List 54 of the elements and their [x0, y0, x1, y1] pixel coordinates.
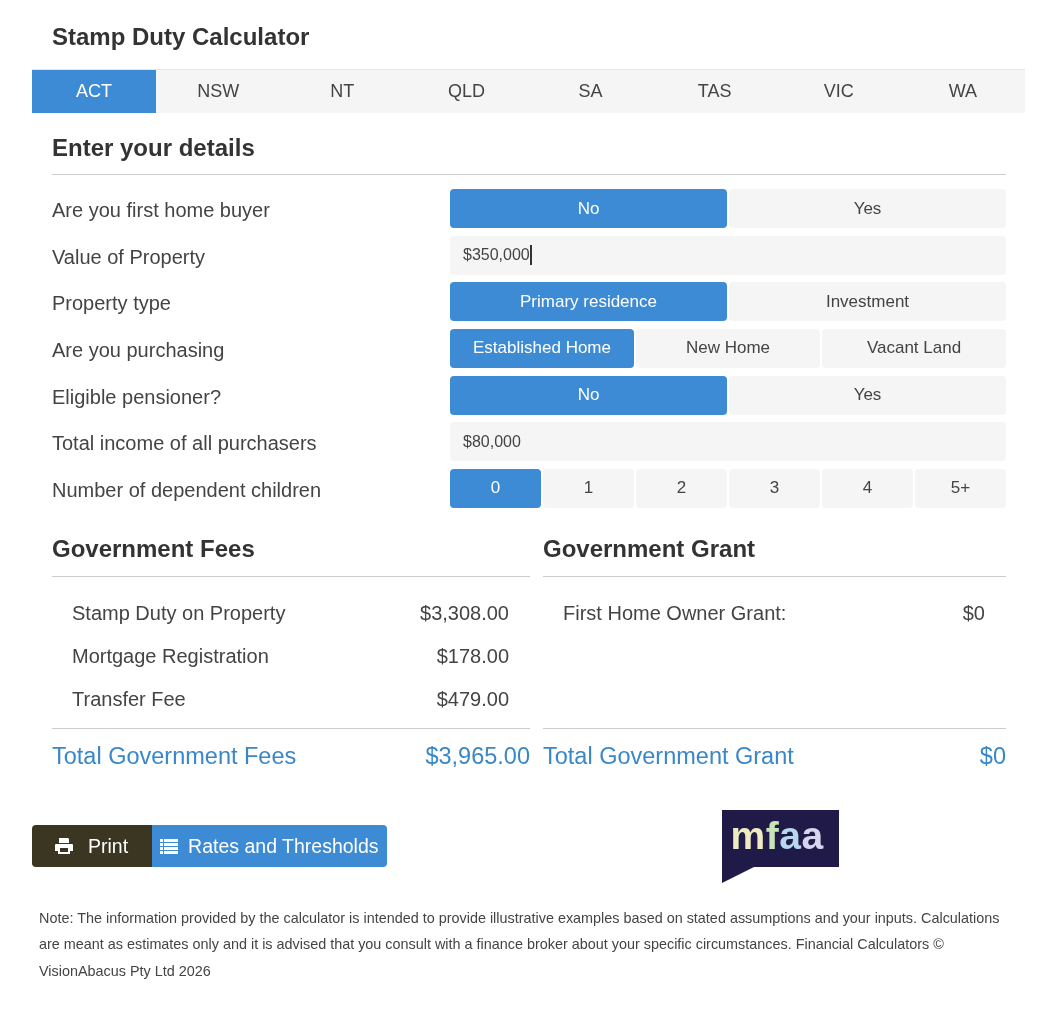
- total-label: Total Government Fees: [52, 743, 297, 771]
- option-button[interactable]: No: [450, 375, 727, 415]
- option-button[interactable]: 2: [636, 468, 727, 508]
- option-button[interactable]: 1: [543, 468, 634, 508]
- total-label: Total Government Grant: [543, 743, 794, 771]
- state-tab[interactable]: VIC: [776, 70, 901, 113]
- disclaimer-text: Note: The information provided by the calculator is intended to provide illustrative examples based on stated assumptions and your inputs. Calculations are meant as estimates only and it is advised that you consult with a finance broker about your specific circumstances. Financial Calculators © VisionAbacus Pty Ltd 2026: [39, 908, 1001, 981]
- field-label: Eligible pensioner?: [52, 384, 221, 410]
- field-label: Total income of all purchasers: [52, 431, 317, 457]
- state-tab[interactable]: NSW: [156, 70, 281, 113]
- fee-amount: $178.00: [436, 644, 509, 668]
- option-button[interactable]: 4: [822, 468, 913, 508]
- input-field[interactable]: $350,000: [450, 235, 1006, 275]
- total-amount: $3,965.00: [425, 743, 530, 771]
- grant-amount: $0: [962, 601, 985, 625]
- rates-button[interactable]: Rates and Thresholds: [152, 825, 387, 868]
- option-button[interactable]: Primary residence: [450, 282, 727, 322]
- fee-label: Mortgage Registration: [72, 644, 269, 668]
- input-field[interactable]: $80,000: [450, 422, 1006, 462]
- field-label: Value of Property: [52, 244, 206, 270]
- section-heading: Government Fees: [52, 533, 255, 564]
- section-heading: Government Grant: [543, 533, 756, 564]
- option-button[interactable]: 0: [450, 468, 541, 508]
- fee-label: Stamp Duty on Property: [72, 601, 286, 625]
- option-button[interactable]: 3: [729, 468, 820, 508]
- option-button[interactable]: No: [450, 189, 727, 228]
- state-tab[interactable]: NT: [280, 70, 405, 113]
- option-button[interactable]: Yes: [729, 189, 1006, 228]
- state-tab[interactable]: TAS: [652, 70, 777, 113]
- state-tab[interactable]: QLD: [404, 70, 529, 113]
- option-button[interactable]: Yes: [729, 375, 1006, 415]
- grant-label: First Home Owner Grant:: [563, 601, 787, 625]
- printer-icon: [55, 838, 73, 855]
- fee-amount: $479.00: [436, 687, 509, 711]
- print-button[interactable]: Print: [32, 825, 153, 868]
- fee-label: Transfer Fee: [72, 687, 186, 711]
- state-tab[interactable]: SA: [528, 70, 653, 113]
- list-icon: [160, 838, 179, 854]
- state-tab[interactable]: WA: [900, 70, 1025, 113]
- total-amount: $0: [979, 743, 1006, 771]
- page-title: Stamp Duty Calculator: [52, 22, 310, 52]
- field-label: Number of dependent children: [52, 477, 322, 503]
- field-label: Are you purchasing: [52, 337, 225, 363]
- option-button[interactable]: New Home: [636, 328, 820, 368]
- option-button[interactable]: Vacant Land: [822, 328, 1006, 368]
- fee-amount: $3,308.00: [420, 601, 509, 625]
- option-button[interactable]: 5+: [915, 468, 1006, 508]
- state-tab[interactable]: ACT: [32, 70, 157, 113]
- option-button[interactable]: Investment: [729, 282, 1006, 322]
- section-heading: Enter your details: [52, 133, 255, 163]
- field-label: Property type: [52, 291, 171, 317]
- option-button[interactable]: Established Home: [450, 328, 634, 368]
- logo: mfaa: [721, 809, 839, 883]
- field-label: Are you first home buyer: [52, 198, 270, 223]
